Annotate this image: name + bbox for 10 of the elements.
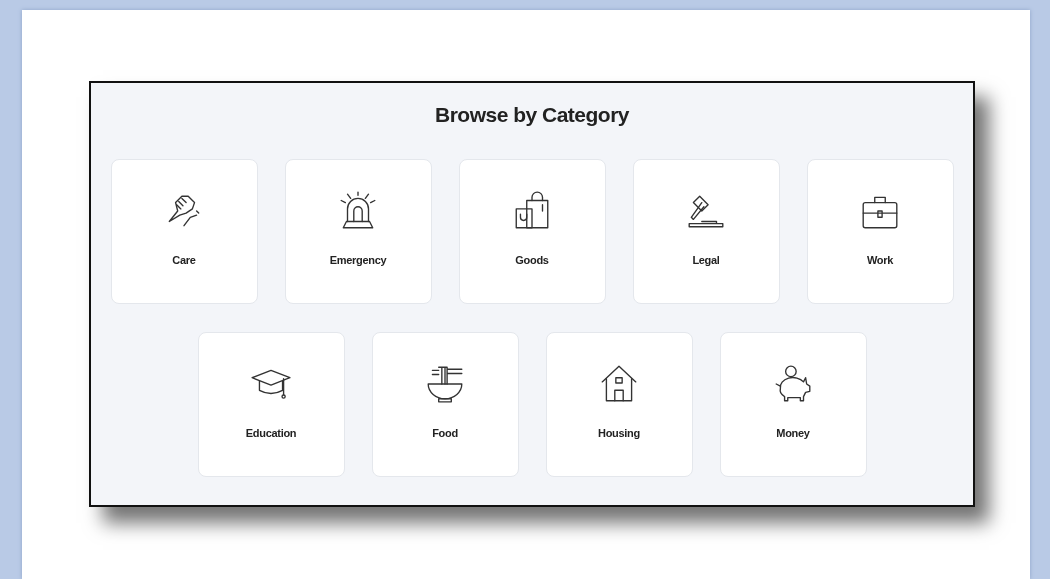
category-card[interactable]: Emergency <box>284 159 432 304</box>
category-card[interactable]: Food <box>371 332 519 477</box>
category-card[interactable]: Housing <box>545 332 693 477</box>
category-card[interactable]: Care <box>110 159 258 304</box>
section-title: Browse by Category <box>434 103 630 127</box>
category-card[interactable]: Education <box>197 332 345 477</box>
category-card[interactable]: Legal <box>632 159 780 304</box>
category-card[interactable]: Work <box>806 159 954 304</box>
category-card[interactable]: Goods <box>458 159 606 304</box>
category-card[interactable]: Money <box>719 332 867 477</box>
